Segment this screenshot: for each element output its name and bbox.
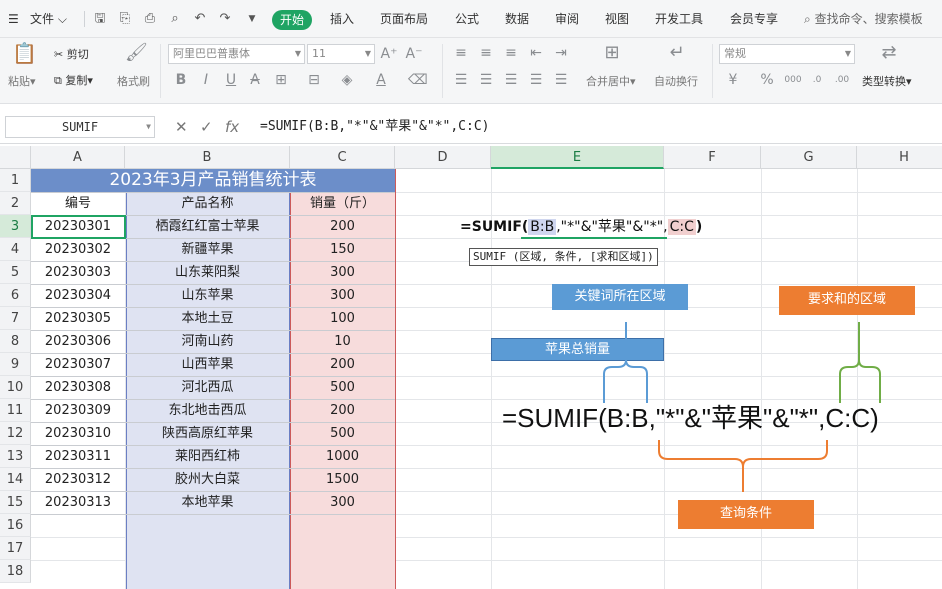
sum-area-brace: [839, 322, 881, 403]
query-condition-brace: [658, 440, 828, 492]
explained-formula: =SUMIF(B:B,"*"&"苹果"&"*",C:C): [502, 403, 879, 433]
annotation-braces: [603, 322, 881, 492]
keyword-area-brace: [603, 322, 648, 403]
